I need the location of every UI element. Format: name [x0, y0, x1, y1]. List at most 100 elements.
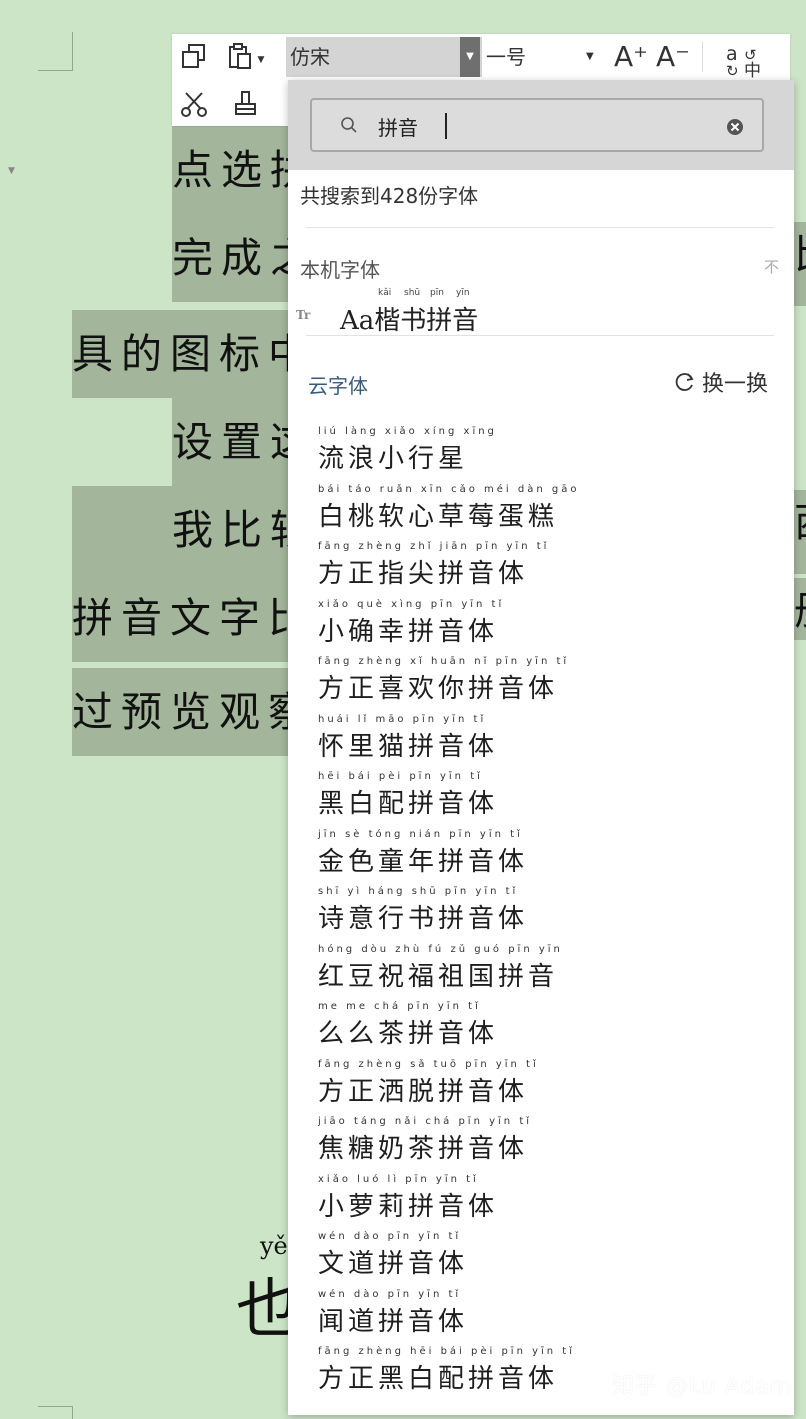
cloud-font-item[interactable]: hóng dòu zhù fú zǔ guó pīn yīn 红豆祝福祖国拼音: [318, 942, 778, 1000]
truetype-icon: Tr: [296, 308, 311, 322]
search-bar-area: [288, 80, 794, 170]
pin-icon[interactable]: 不: [764, 256, 779, 277]
font-name-select[interactable]: 仿宋: [286, 37, 482, 77]
page-corner-mark: [38, 32, 73, 71]
cloud-font-pinyin: jīn sè tóng nián pīn yīn tǐ: [318, 828, 523, 840]
font-size-select[interactable]: 一号: [486, 37, 598, 77]
text-cursor: [445, 113, 447, 139]
cloud-font-pinyin: wén dào pīn yīn tǐ: [318, 1231, 462, 1242]
pinyin-label: kǎi: [378, 288, 392, 298]
cloud-font-name: 方正洒脱拼音体: [318, 1076, 529, 1107]
doc-text-line: 完成之: [172, 214, 292, 302]
doc-text-fragment: 册: [794, 578, 806, 640]
cloud-font-item[interactable]: fāng zhèng sǎ tuō pīn yīn tǐ 方正洒脱拼音体: [318, 1057, 778, 1115]
cloud-font-item[interactable]: shī yì háng shū pīn yīn tǐ 诗意行书拼音体: [318, 884, 778, 942]
local-font-item[interactable]: Tr kǎi shū pīn yīn Aa楷书拼音: [296, 288, 756, 336]
cloud-font-name: 方正喜欢你拼音体: [318, 674, 559, 704]
cloud-font-name: 黑白配拼音体: [318, 789, 499, 819]
increase-font-size-button[interactable]: A⁺: [614, 40, 648, 73]
font-dropdown-chevron-icon[interactable]: ▼: [460, 37, 480, 77]
doc-pinyin: yě: [260, 1232, 288, 1260]
doc-large-char: 也: [236, 1273, 290, 1347]
pinyin-label: pīn: [430, 288, 444, 298]
cloud-font-name: 焦糖奶茶拼音体: [318, 1134, 529, 1164]
copy-icon[interactable]: [178, 40, 210, 72]
decrease-font-size-button[interactable]: A⁻: [656, 40, 690, 73]
cloud-font-name: 流浪小行星: [318, 444, 469, 474]
cloud-font-name: 么么茶拼音体: [318, 1019, 499, 1049]
divider: [306, 227, 774, 228]
cloud-font-pinyin: hēi bái pèi pīn yīn tǐ: [318, 771, 483, 782]
cloud-font-name: 小确幸拼音体: [318, 616, 499, 647]
paste-icon[interactable]: [224, 40, 256, 72]
doc-text-line: 过预览观察: [72, 668, 292, 756]
cloud-font-item[interactable]: bái táo ruǎn xīn cǎo méi dàn gāo 白桃软心草莓蛋糕: [318, 482, 778, 540]
cloud-font-pinyin: huái lǐ māo pīn yīn tǐ: [318, 713, 487, 725]
pinyin-label: yīn: [456, 288, 470, 298]
cloud-font-name: 小萝莉拼音体: [318, 1191, 499, 1222]
refresh-button[interactable]: 换一换: [674, 366, 768, 398]
search-icon: [341, 117, 357, 133]
search-result-count: 共搜索到428份字体: [300, 184, 479, 208]
cloud-font-name: 红豆祝福祖国拼音: [318, 961, 559, 992]
format-painter-icon[interactable]: [230, 88, 262, 120]
collapse-caret-icon[interactable]: ▼: [8, 166, 15, 176]
watermark: 知乎 @Lu Adam: [612, 1374, 793, 1399]
cloud-font-pinyin: xiǎo luó lì pīn yīn tǐ: [318, 1173, 479, 1185]
cloud-font-pinyin: xiǎo què xìng pīn yīn tǐ: [318, 598, 505, 610]
cloud-font-pinyin: fāng zhèng zhǐ jiān pīn yīn tǐ: [318, 541, 550, 552]
cloud-font-pinyin: fāng zhèng hēi bái pèi pīn yīn tǐ: [318, 1346, 576, 1357]
cloud-font-pinyin: fāng zhèng sǎ tuō pīn yīn tǐ: [318, 1058, 539, 1070]
divider: [306, 335, 774, 336]
convert-chinese-icon[interactable]: a ↻ ↺ 中: [722, 40, 766, 80]
local-fonts-title: 本机字体: [300, 258, 380, 282]
cloud-font-name: 闻道拼音体: [318, 1306, 469, 1337]
font-search-box[interactable]: [310, 98, 764, 152]
cloud-fonts-title: 云字体: [308, 374, 368, 398]
size-dropdown-chevron-icon[interactable]: ▼: [586, 37, 594, 77]
cloud-font-pinyin: liú làng xiǎo xíng xīng: [318, 426, 497, 437]
cloud-font-item[interactable]: jīn sè tóng nián pīn yīn tǐ 金色童年拼音体: [318, 827, 778, 885]
svg-text:↻: ↻: [726, 62, 739, 80]
cloud-font-name: 白桃软心草莓蛋糕: [318, 501, 559, 532]
cloud-font-pinyin: jiāo táng nǎi chá pīn yīn tǐ: [318, 1116, 533, 1127]
cloud-font-item[interactable]: hēi bái pèi pīn yīn tǐ 黑白配拼音体: [318, 769, 778, 827]
refresh-icon: [675, 373, 694, 391]
cloud-font-item[interactable]: me me chá pīn yīn tǐ 么么茶拼音体: [318, 999, 778, 1057]
cloud-font-name: 怀里猫拼音体: [318, 731, 499, 762]
page-corner-mark: [38, 1406, 73, 1419]
cloud-font-item[interactable]: liú làng xiǎo xíng xīng 流浪小行星: [318, 424, 778, 482]
cloud-font-item[interactable]: fāng zhèng zhǐ jiān pīn yīn tǐ 方正指尖拼音体: [318, 539, 778, 597]
doc-text-line: 拼音文字比: [72, 574, 292, 662]
font-search-dropdown: 共搜索到428份字体 本机字体 不 Tr kǎi shū pīn yīn Aa楷…: [288, 80, 794, 1415]
highlight-block: [72, 486, 172, 574]
cloud-font-pinyin: wén dào pīn yīn tǐ: [318, 1288, 462, 1300]
cloud-font-item[interactable]: fāng zhèng xǐ huān nǐ pīn yīn tǐ 方正喜欢你拼音体: [318, 654, 778, 712]
cloud-font-name: 金色童年拼音体: [318, 846, 529, 877]
doc-text-fragment: 西: [794, 490, 806, 574]
cloud-font-pinyin: shī yì háng shū pīn yīn tǐ: [318, 886, 519, 897]
cloud-font-pinyin: hóng dòu zhù fú zǔ guó pīn yīn: [318, 943, 563, 955]
doc-text-line: 具的图标中: [72, 310, 292, 398]
paste-options-chevron-icon[interactable]: ▼: [254, 44, 268, 76]
pinyin-label: shū: [404, 288, 421, 298]
doc-text-fragment: 比: [794, 222, 806, 306]
svg-text:中: 中: [744, 61, 761, 80]
font-search-input[interactable]: [376, 110, 700, 142]
cloud-font-item[interactable]: wén dào pīn yīn tǐ 闻道拼音体: [318, 1287, 778, 1345]
cloud-font-pinyin: me me chá pīn yīn tǐ: [318, 1001, 481, 1012]
cloud-font-item[interactable]: xiǎo luó lì pīn yīn tǐ 小萝莉拼音体: [318, 1172, 778, 1230]
cloud-font-item[interactable]: xiǎo què xìng pīn yīn tǐ 小确幸拼音体: [318, 597, 778, 655]
cloud-font-item[interactable]: wén dào pīn yīn tǐ 文道拼音体: [318, 1229, 778, 1287]
cloud-font-pinyin: fāng zhèng xǐ huān nǐ pīn yīn tǐ: [318, 656, 570, 667]
doc-text-line: 设置这: [172, 398, 292, 486]
doc-text-line: 点选拼: [172, 126, 292, 214]
cloud-font-item[interactable]: jiāo táng nǎi chá pīn yīn tǐ 焦糖奶茶拼音体: [318, 1114, 778, 1172]
clear-search-icon[interactable]: [726, 118, 744, 136]
cloud-font-item[interactable]: huái lǐ māo pīn yīn tǐ 怀里猫拼音体: [318, 712, 778, 770]
cut-icon[interactable]: [178, 88, 210, 120]
local-font-name: Aa楷书拼音: [340, 306, 479, 336]
cloud-font-name: 诗意行书拼音体: [318, 904, 529, 934]
cloud-font-name: 文道拼音体: [318, 1249, 469, 1279]
cloud-font-name: 方正黑白配拼音体: [318, 1364, 559, 1394]
